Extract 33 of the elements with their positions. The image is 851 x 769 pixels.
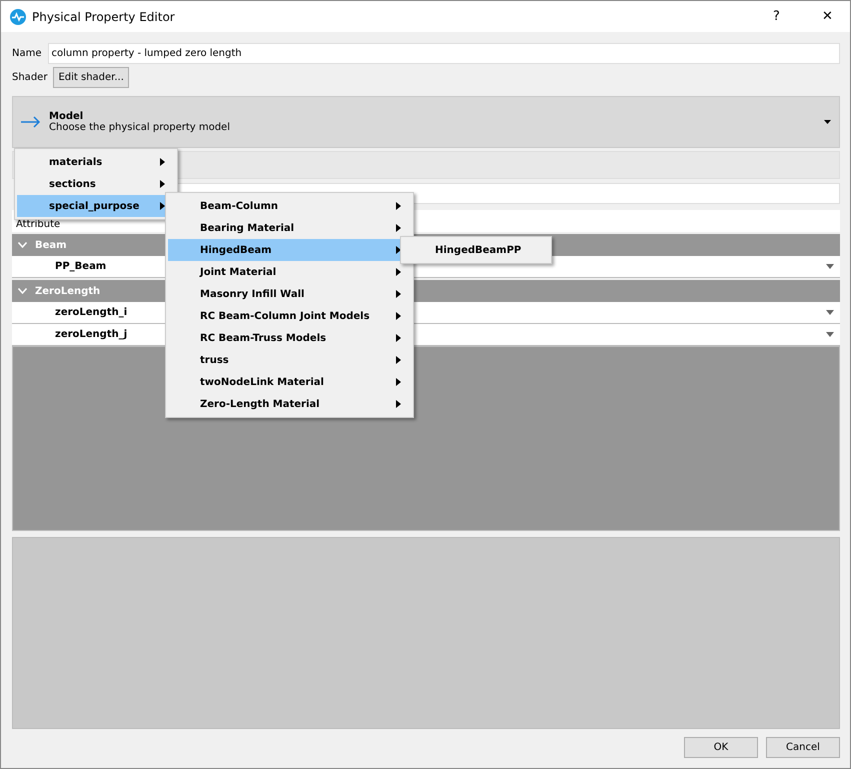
- model-subtitle: Choose the physical property model: [49, 122, 231, 133]
- model-title: Model: [49, 111, 84, 122]
- menu-item[interactable]: Bearing Material: [168, 217, 411, 239]
- group-label: ZeroLength: [35, 286, 100, 296]
- chevron-down-icon[interactable]: [18, 242, 27, 248]
- help-button[interactable]: ?: [754, 9, 799, 24]
- shader-label: Shader: [12, 72, 48, 82]
- menu-item[interactable]: Masonry Infill Wall: [168, 283, 411, 305]
- menu-item[interactable]: RC Beam-Column Joint Models: [168, 305, 411, 327]
- close-button[interactable]: ✕: [805, 9, 850, 24]
- group-label: Beam: [35, 240, 67, 250]
- item-label: zeroLength_i: [55, 307, 128, 318]
- menu-item[interactable]: truss: [168, 349, 411, 371]
- dropdown-caret-icon[interactable]: [824, 120, 831, 124]
- menu-item[interactable]: twoNodeLink Material: [168, 371, 411, 393]
- item-label: PP_Beam: [55, 261, 106, 272]
- item-label: zeroLength_j: [55, 329, 128, 340]
- name-field[interactable]: column property - lumped zero length: [48, 42, 840, 64]
- window-title: Physical Property Editor: [32, 10, 176, 24]
- chevron-down-icon[interactable]: [18, 288, 27, 294]
- name-label: Name: [12, 48, 42, 58]
- edit-shader-button[interactable]: Edit shader...: [53, 66, 129, 88]
- attribute-header: Attribute: [16, 219, 60, 230]
- cancel-button[interactable]: Cancel: [766, 737, 840, 758]
- model-panel[interactable]: Model Choose the physical property model: [12, 96, 840, 148]
- arrow-icon: [21, 116, 41, 128]
- ok-button[interactable]: OK: [684, 737, 758, 758]
- pulse-logo-icon: [10, 8, 26, 24]
- menu-item[interactable]: materials: [17, 151, 175, 173]
- menu-item[interactable]: RC Beam-Truss Models: [168, 327, 411, 349]
- menu-item[interactable]: Zero-Length Material: [168, 393, 411, 415]
- menu-item[interactable]: sections: [17, 173, 175, 195]
- menu-item[interactable]: HingedBeamPP: [403, 239, 549, 261]
